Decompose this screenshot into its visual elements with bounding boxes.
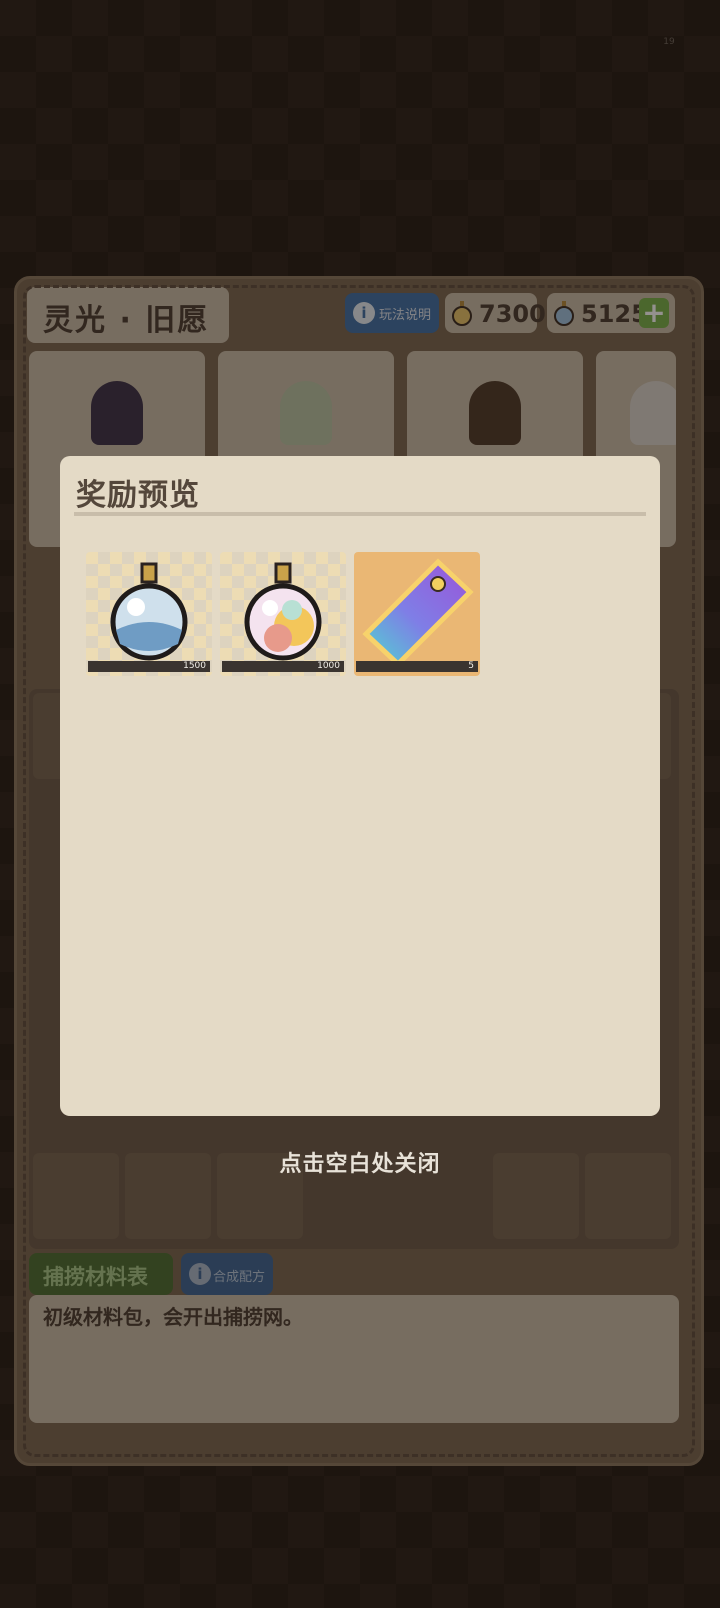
- purple-ticket-icon: [362, 558, 474, 668]
- reward-item[interactable]: 1000: [220, 552, 346, 676]
- reward-item[interactable]: 5: [354, 552, 480, 676]
- rainbow-potion-flask-icon: [244, 562, 322, 661]
- reward-quantity: 1500: [88, 661, 210, 672]
- title-divider: [74, 512, 646, 516]
- reward-quantity: 5: [356, 661, 478, 672]
- close-hint: 点击空白处关闭: [279, 1152, 441, 1177]
- reward-quantity: 1000: [222, 661, 344, 672]
- reward-preview-modal: 奖励预览 1500 1000 5: [60, 456, 660, 1116]
- blue-potion-flask-icon: [110, 562, 188, 661]
- modal-title: 奖励预览: [76, 478, 200, 513]
- reward-item[interactable]: 1500: [86, 552, 212, 676]
